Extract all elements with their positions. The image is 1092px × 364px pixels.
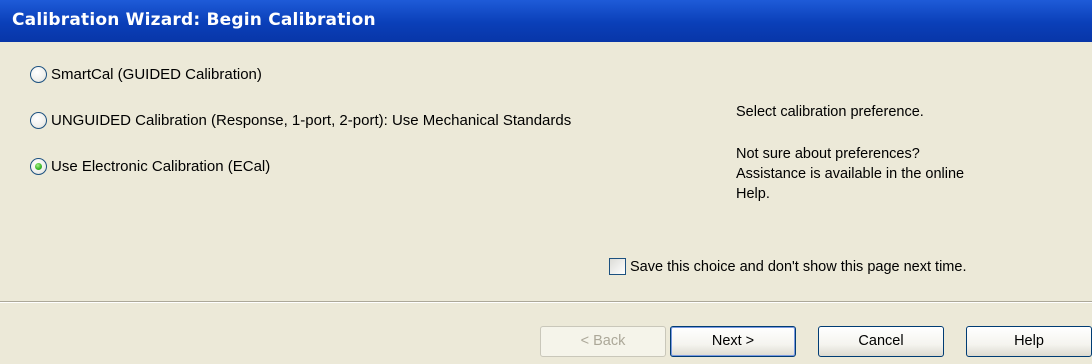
cancel-button[interactable]: Cancel (818, 326, 944, 357)
next-button[interactable]: Next > (670, 326, 796, 357)
radio-smartcal[interactable] (30, 66, 47, 83)
option-smartcal-label: SmartCal (GUIDED Calibration) (51, 66, 262, 83)
option-unguided-label: UNGUIDED Calibration (Response, 1-port, … (51, 112, 572, 129)
title-bar: Calibration Wizard: Begin Calibration (0, 0, 1092, 42)
radio-ecal[interactable] (30, 158, 47, 175)
window-title: Calibration Wizard: Begin Calibration (12, 10, 376, 30)
radio-unguided[interactable] (30, 112, 47, 129)
save-choice-option[interactable]: Save this choice and don't show this pag… (609, 258, 966, 275)
help-text-line-2: Assistance is available in the online (736, 166, 965, 182)
help-text-line-1: Not sure about preferences? (736, 146, 920, 162)
footer-divider (0, 301, 1092, 303)
help-text-line-3: Help. (736, 186, 770, 202)
save-choice-label: Save this choice and don't show this pag… (630, 258, 967, 275)
option-unguided[interactable]: UNGUIDED Calibration (Response, 1-port, … (30, 112, 571, 129)
save-choice-checkbox[interactable] (609, 258, 626, 275)
option-ecal-label: Use Electronic Calibration (ECal) (51, 158, 271, 175)
option-ecal[interactable]: Use Electronic Calibration (ECal) (30, 158, 270, 175)
help-button[interactable]: Help (966, 326, 1092, 357)
option-smartcal[interactable]: SmartCal (GUIDED Calibration) (30, 66, 262, 83)
back-button[interactable]: < Back (540, 326, 666, 357)
instruction-text: Select calibration preference. (736, 104, 924, 120)
